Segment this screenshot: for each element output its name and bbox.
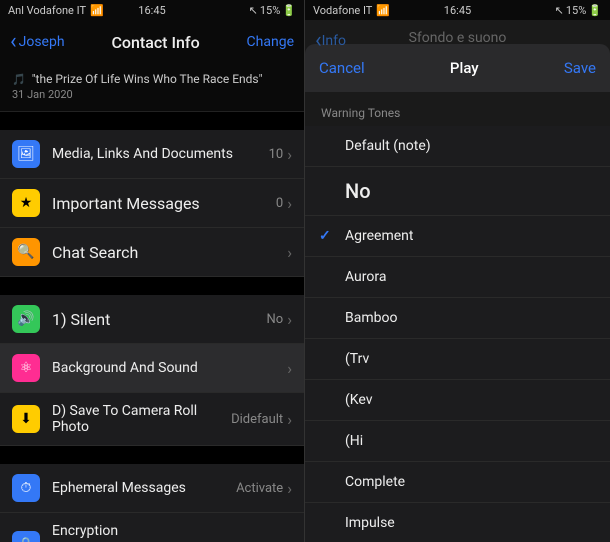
page-title: Contact Info [111, 33, 199, 52]
tone-row[interactable]: (Kev [305, 380, 610, 421]
contact-info-screen: Anl Vodafone IT 📶 16:45 ↖15%🔋 Joseph Con… [0, 0, 305, 542]
tone-label: Aurora [345, 269, 386, 285]
tone-label: Impulse [345, 515, 395, 531]
back-button[interactable]: Joseph [10, 31, 65, 53]
ephemeral-value: Activate [236, 481, 283, 496]
atom-icon: ⚛ [12, 354, 40, 382]
tone-label: (Trv [345, 351, 369, 367]
tone-row[interactable]: Agreement [305, 216, 610, 257]
silent-label: 1) Silent [52, 310, 266, 329]
save-camera-value: Didefault [231, 412, 283, 427]
tone-label: Complete [345, 474, 405, 490]
status-date: 31 Jan 2020 [12, 88, 292, 101]
back-faded-label: Info [322, 33, 346, 49]
silent-row[interactable]: 🔊 1) Silent No [0, 295, 304, 344]
section-gap [0, 277, 304, 295]
timer-icon: ⏱ [12, 474, 40, 502]
tone-label: (Kev [345, 392, 373, 408]
tone-label: Default (note) [345, 138, 431, 154]
tone-row[interactable]: Impulse [305, 503, 610, 542]
carrier-label: Vodafone IT [313, 4, 372, 17]
location-icon: ↖ [249, 4, 258, 17]
tone-row[interactable]: Complete [305, 462, 610, 503]
tone-row[interactable]: No [305, 167, 610, 216]
save-camera-label: D) Save To Camera Roll Photo [52, 403, 231, 435]
important-messages-row[interactable]: ★ Important Messages 0 [0, 179, 304, 228]
wifi-icon: 📶 [376, 4, 390, 17]
silent-value: No [266, 312, 283, 327]
location-icon: ↖ [555, 4, 564, 17]
media-count: 10 [269, 147, 284, 162]
media-links-row[interactable]: 🖼 Media, Links And Documents 10 [0, 130, 304, 179]
chevron-right-icon [287, 310, 292, 329]
tone-label: (Hi [345, 433, 363, 449]
tone-row[interactable]: (Hi [305, 421, 610, 462]
back-button-faded: Info [315, 30, 346, 52]
chevron-right-icon [287, 410, 292, 429]
media-label: Media, Links And Documents [52, 146, 269, 162]
tone-label: No [345, 179, 371, 203]
battery-percent: 15% [566, 4, 586, 17]
download-icon: ⬇ [12, 405, 40, 433]
chat-search-row[interactable]: 🔍 Chat Search [0, 228, 304, 277]
carrier-label: Anl Vodafone IT [8, 4, 86, 17]
battery-icon: 🔋 [282, 4, 296, 17]
modal-header: Cancel Play Save [305, 44, 610, 92]
encryption-row[interactable]: 🔒 Encryption Calls And Messages Are End-… [0, 513, 304, 542]
lock-icon: 🔒 [12, 531, 40, 542]
chevron-right-icon [287, 479, 292, 498]
save-camera-row[interactable]: ⬇ D) Save To Camera Roll Photo Didefault [0, 393, 304, 446]
nav-bar: Joseph Contact Info Change [0, 20, 304, 64]
back-label: Joseph [19, 34, 65, 50]
chevron-right-icon [287, 359, 292, 378]
background-label: Background And Sound [52, 360, 287, 376]
status-quote: "the Prize Of Life Wins Who The Race End… [32, 72, 263, 86]
status-bar: Anl Vodafone IT 📶 16:45 ↖15%🔋 [0, 0, 304, 20]
tone-row[interactable]: (Trv [305, 339, 610, 380]
clock: 16:45 [444, 4, 471, 17]
tone-row[interactable]: Default (note) [305, 126, 610, 167]
chevron-right-icon [287, 194, 292, 213]
media-icon: 🖼 [12, 140, 40, 168]
chat-search-label: Chat Search [52, 243, 287, 262]
chevron-right-icon [287, 243, 292, 262]
sound-picker-screen: Vodafone IT 📶 16:45 ↖15%🔋 Info Sfondo e … [305, 0, 610, 542]
wifi-icon: 📶 [90, 4, 104, 17]
section-gap [0, 446, 304, 464]
tone-label: Bamboo [345, 310, 397, 326]
status-bar: Vodafone IT 📶 16:45 ↖15%🔋 [305, 0, 610, 20]
chevron-left-icon [10, 31, 17, 53]
modal-title: Play [450, 59, 479, 77]
search-icon: 🔍 [12, 238, 40, 266]
contact-header: "the Prize Of Life Wins Who The Race End… [0, 64, 304, 112]
chevron-left-icon [315, 30, 322, 52]
clock: 16:45 [138, 4, 165, 17]
section-gap [0, 112, 304, 130]
tone-list: Default (note) No Agreement Aurora Bamboo (Tr… [305, 126, 610, 542]
save-button[interactable]: Save [564, 59, 596, 77]
change-button[interactable]: Change [247, 34, 294, 50]
tone-row[interactable]: Aurora [305, 257, 610, 298]
music-note-icon [12, 72, 26, 86]
encryption-label: Encryption [52, 523, 292, 539]
tone-label: Agreement [345, 228, 413, 244]
chevron-right-icon [287, 145, 292, 164]
important-label: Important Messages [52, 194, 276, 213]
background-sound-row[interactable]: ⚛ Background And Sound [0, 344, 304, 393]
sound-icon: 🔊 [12, 305, 40, 333]
battery-percent: 15% [260, 4, 280, 17]
ephemeral-label: Ephemeral Messages [52, 480, 236, 496]
important-count: 0 [276, 196, 283, 211]
ephemeral-row[interactable]: ⏱ Ephemeral Messages Activate [0, 464, 304, 513]
section-title: Warning Tones [305, 92, 610, 126]
star-icon: ★ [12, 189, 40, 217]
battery-icon: 🔋 [588, 4, 602, 17]
tone-row[interactable]: Bamboo [305, 298, 610, 339]
cancel-button[interactable]: Cancel [319, 59, 365, 77]
